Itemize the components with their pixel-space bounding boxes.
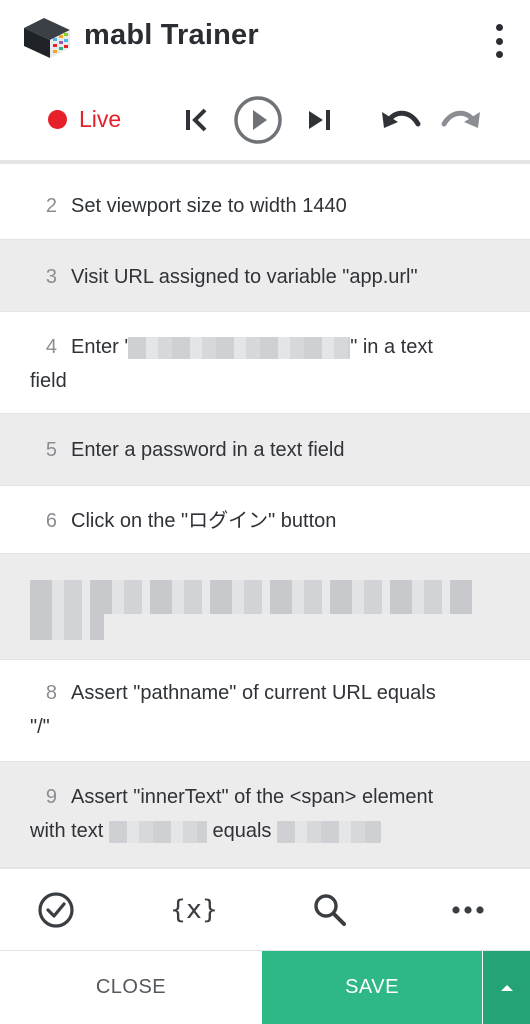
- step-text: field: [30, 370, 67, 392]
- step-text: Assert "innerText" of the <span> element: [71, 786, 434, 808]
- live-label: Live: [79, 106, 122, 132]
- steps-list: 2 Set viewport size to width 1440 3 Visit …: [0, 164, 530, 868]
- search-icon: [314, 894, 346, 926]
- undo-icon[interactable]: [380, 104, 422, 136]
- caret-up-icon: [500, 984, 513, 991]
- skip-to-start-icon[interactable]: [182, 106, 210, 134]
- step-item[interactable]: 3 Visit URL assigned to variable "app.url…: [0, 240, 530, 312]
- search-button[interactable]: [290, 869, 370, 951]
- step-text: "/": [30, 716, 50, 738]
- redacted-text: [276, 820, 381, 843]
- step-number: 6: [45, 510, 57, 532]
- header: mabl Trainer: [0, 0, 530, 78]
- variables-icon: {x}: [169, 895, 219, 925]
- step-text: with text: [30, 820, 104, 842]
- step-number: 3: [45, 266, 57, 288]
- step-text: Assert "pathname" of current URL equals: [71, 682, 436, 704]
- footer: CLOSE SAVE: [0, 950, 530, 1024]
- step-item[interactable]: 4 Enter ' " in a text field: [0, 312, 530, 414]
- save-options-button[interactable]: [483, 951, 530, 1024]
- live-indicator[interactable]: Live: [48, 106, 121, 133]
- check-button[interactable]: [16, 869, 96, 951]
- play-icon[interactable]: [233, 95, 283, 145]
- step-number: 8: [45, 682, 57, 704]
- redacted-step: [30, 580, 472, 614]
- more-icon: [452, 906, 484, 914]
- step-item[interactable]: 6 Click on the "ログイン" button: [0, 486, 530, 554]
- step-text: equals: [212, 820, 272, 842]
- step-number: 9: [45, 786, 57, 808]
- skip-to-end-icon[interactable]: [305, 106, 333, 134]
- step-text: Enter ': [71, 336, 129, 358]
- step-number: 2: [45, 195, 57, 217]
- step-item[interactable]: 2 Set viewport size to width 1440: [0, 164, 530, 240]
- playback-toolbar: Live: [0, 78, 530, 160]
- step-text: Click on the "ログイン" button: [71, 510, 337, 532]
- step-item[interactable]: 5 Enter a password in a text field: [0, 414, 530, 486]
- step-number: 4: [45, 336, 57, 358]
- step-item[interactable]: 8 Assert "pathname" of current URL equals…: [0, 660, 530, 762]
- step-text: Set viewport size to width 1440: [71, 195, 347, 217]
- live-dot-icon: [48, 110, 67, 129]
- more-button[interactable]: [428, 869, 508, 951]
- app-title: mabl Trainer: [84, 19, 259, 51]
- redacted-text: [108, 820, 207, 843]
- kebab-menu-icon[interactable]: [494, 24, 504, 58]
- redacted-text: [128, 336, 351, 359]
- bottom-toolbar: {x}: [0, 868, 530, 950]
- step-text: " in a text: [350, 336, 433, 358]
- step-item[interactable]: 9 Assert "innerText" of the <span> elemen…: [0, 762, 530, 868]
- check-circle-icon: [38, 892, 74, 928]
- step-item[interactable]: [0, 554, 530, 660]
- mabl-logo-icon: [24, 18, 70, 58]
- step-number: 5: [45, 439, 57, 461]
- redacted-step: [30, 614, 104, 640]
- step-text: Visit URL assigned to variable "app.url": [71, 266, 418, 288]
- save-button[interactable]: SAVE: [262, 951, 482, 1024]
- variables-button[interactable]: {x}: [152, 869, 236, 951]
- redo-icon[interactable]: [440, 104, 482, 136]
- step-text: Enter a password in a text field: [71, 439, 345, 461]
- close-button[interactable]: CLOSE: [0, 951, 262, 1024]
